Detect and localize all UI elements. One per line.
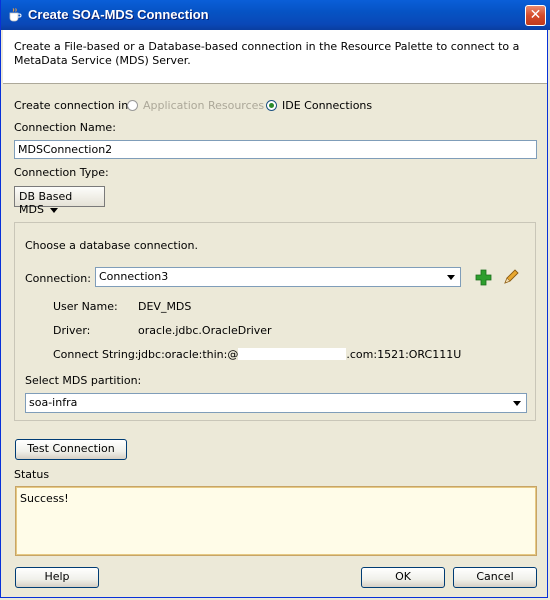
connect-string-suffix: .com:1521:ORC111U <box>346 348 462 361</box>
driver-label: Driver: <box>53 324 91 337</box>
close-icon: ✕ <box>529 7 542 23</box>
connection-label: Connection: <box>25 272 91 285</box>
connection-type-label: Connection Type: <box>14 166 109 179</box>
ok-button[interactable]: OK <box>361 567 445 588</box>
create-in-label: Create connection in: <box>14 99 132 112</box>
status-label: Status <box>14 468 50 481</box>
cancel-button[interactable]: Cancel <box>453 567 537 588</box>
user-name-label: User Name: <box>53 300 118 313</box>
status-text: Success! <box>20 492 69 505</box>
connection-select-value: Connection3 <box>99 270 169 283</box>
help-button[interactable]: Help <box>15 567 99 588</box>
connection-select[interactable]: Connection3 <box>95 267 461 287</box>
group-heading: Choose a database connection. <box>25 239 198 252</box>
connection-name-input[interactable]: MDSConnection2 <box>14 140 537 159</box>
connect-string-label: Connect String: <box>53 348 139 361</box>
redacted-host <box>238 348 347 360</box>
ide-connections-radio[interactable] <box>266 100 277 111</box>
connect-string-value: jdbc:oracle:thin:@ .com:1521:ORC111U <box>138 348 461 361</box>
ide-connections-label[interactable]: IDE Connections <box>282 99 372 112</box>
chevron-down-icon <box>444 270 458 284</box>
mds-partition-label: Select MDS partition: <box>25 374 142 387</box>
pencil-icon[interactable] <box>502 268 520 286</box>
connection-name-label: Connection Name: <box>14 121 116 134</box>
connection-type-value: DB Based MDS <box>19 190 73 216</box>
status-output: Success! <box>15 486 537 556</box>
coffee-cup-icon <box>7 7 23 23</box>
create-soa-mds-connection-dialog: Create SOA-MDS Connection ✕ Create a Fil… <box>0 0 550 598</box>
title-bar: Create SOA-MDS Connection ✕ <box>1 0 550 30</box>
user-name-value: DEV_MDS <box>138 300 192 313</box>
chevron-down-icon <box>49 207 58 213</box>
test-connection-button[interactable]: Test Connection <box>15 439 127 460</box>
dialog-description: Create a File-based or a Database-based … <box>14 40 520 67</box>
connection-type-dropdown[interactable]: DB Based MDS <box>14 186 105 216</box>
driver-value: oracle.jdbc.OracleDriver <box>138 324 272 337</box>
application-resources-label: Application Resources <box>143 99 265 112</box>
plus-icon[interactable] <box>475 269 492 286</box>
close-button[interactable]: ✕ <box>525 5 546 26</box>
header-panel: Create a File-based or a Database-based … <box>3 30 547 84</box>
dialog-title: Create SOA-MDS Connection <box>28 7 209 22</box>
mds-partition-select[interactable]: soa-infra <box>25 393 527 413</box>
chevron-down-icon <box>510 396 524 410</box>
application-resources-radio <box>127 100 138 111</box>
connect-string-prefix: jdbc:oracle:thin:@ <box>138 348 239 361</box>
mds-partition-value: soa-infra <box>29 396 78 409</box>
